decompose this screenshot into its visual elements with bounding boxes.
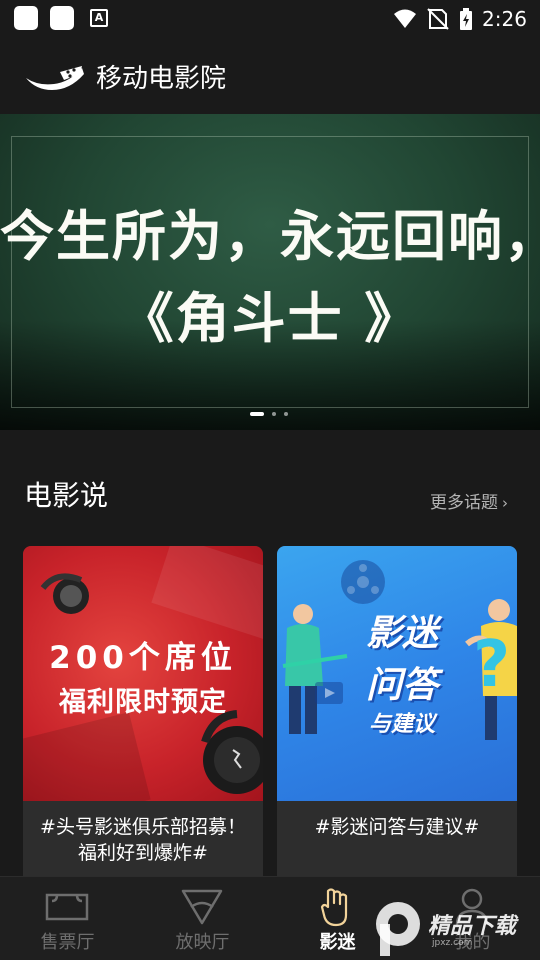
- nav-item-screening-hall[interactable]: 放映厅: [135, 877, 270, 960]
- svg-text:?: ?: [473, 628, 510, 702]
- topic-card-caption: #影迷问答与建议#: [314, 816, 480, 838]
- nav-item-ticket-hall[interactable]: 售票厅: [0, 877, 135, 960]
- carousel-dot-active[interactable]: [250, 412, 264, 416]
- nav-label: 放映厅: [175, 932, 230, 953]
- card-image-text-line2: 福利限时预定: [59, 687, 227, 718]
- topic-card-caption: #头号影迷俱乐部招募！福利好到爆炸#: [40, 816, 246, 864]
- banner-text-line2: 《角斗士 》: [119, 287, 421, 350]
- hand-rock-icon: [320, 888, 348, 927]
- watermark-text: 精品下载: [428, 914, 517, 939]
- banner-text-line1: 今生所为，永远回响，: [0, 205, 540, 268]
- carousel-dot[interactable]: [272, 412, 276, 416]
- card-image-text-line1: 影迷: [365, 613, 438, 654]
- banner-frame: [11, 136, 529, 408]
- ticket-icon: [45, 893, 89, 921]
- app-title: 移动电影院: [96, 64, 227, 94]
- nav-label: 售票厅: [40, 932, 95, 953]
- card-image-text-line2: 问答: [365, 665, 438, 706]
- status-icons: [394, 8, 472, 30]
- card-image-text-line1: 200个席位: [49, 640, 237, 676]
- topic-card-image: 200个席位 福利限时预定: [23, 546, 263, 801]
- watermark-logo-icon: [376, 902, 420, 956]
- watermark-subtext: jpxz.com: [432, 938, 473, 948]
- card-image-text-line3: 与建议: [368, 712, 435, 737]
- app-bar: 移动电影院: [0, 40, 540, 114]
- film-reel-logo-icon[interactable]: [24, 64, 86, 90]
- battery-charging-icon: [460, 8, 472, 30]
- hero-banner[interactable]: 今生所为，永远回响， 《角斗士 》: [0, 114, 540, 430]
- carousel-dot[interactable]: [284, 412, 288, 416]
- topic-card[interactable]: ? 影迷 问答 与建议 #影迷问答与建议#: [277, 546, 517, 876]
- projector-triangle-icon: [181, 889, 223, 925]
- status-time: 2:26: [482, 7, 527, 31]
- topic-card[interactable]: 200个席位 福利限时预定 #头号影迷俱乐部招募！福利好到爆炸#: [23, 546, 263, 876]
- wifi-icon: [394, 9, 416, 28]
- section-title: 电影说: [24, 479, 109, 512]
- status-bar: A 2:26: [0, 0, 540, 40]
- watermark: 精品下载 jpxz.com: [372, 896, 540, 960]
- more-topics-link[interactable]: 更多话题 ›: [430, 490, 508, 516]
- chevron-right-icon: ›: [502, 494, 508, 512]
- a-icon: A: [90, 9, 108, 27]
- more-topics-label: 更多话题: [430, 493, 498, 513]
- carousel-indicator: [250, 411, 288, 417]
- topic-card-image: ? 影迷 问答 与建议: [277, 546, 517, 801]
- notification-square-icon: [14, 6, 38, 30]
- notification-square-icon: [50, 6, 74, 30]
- no-sim-icon: [427, 8, 449, 30]
